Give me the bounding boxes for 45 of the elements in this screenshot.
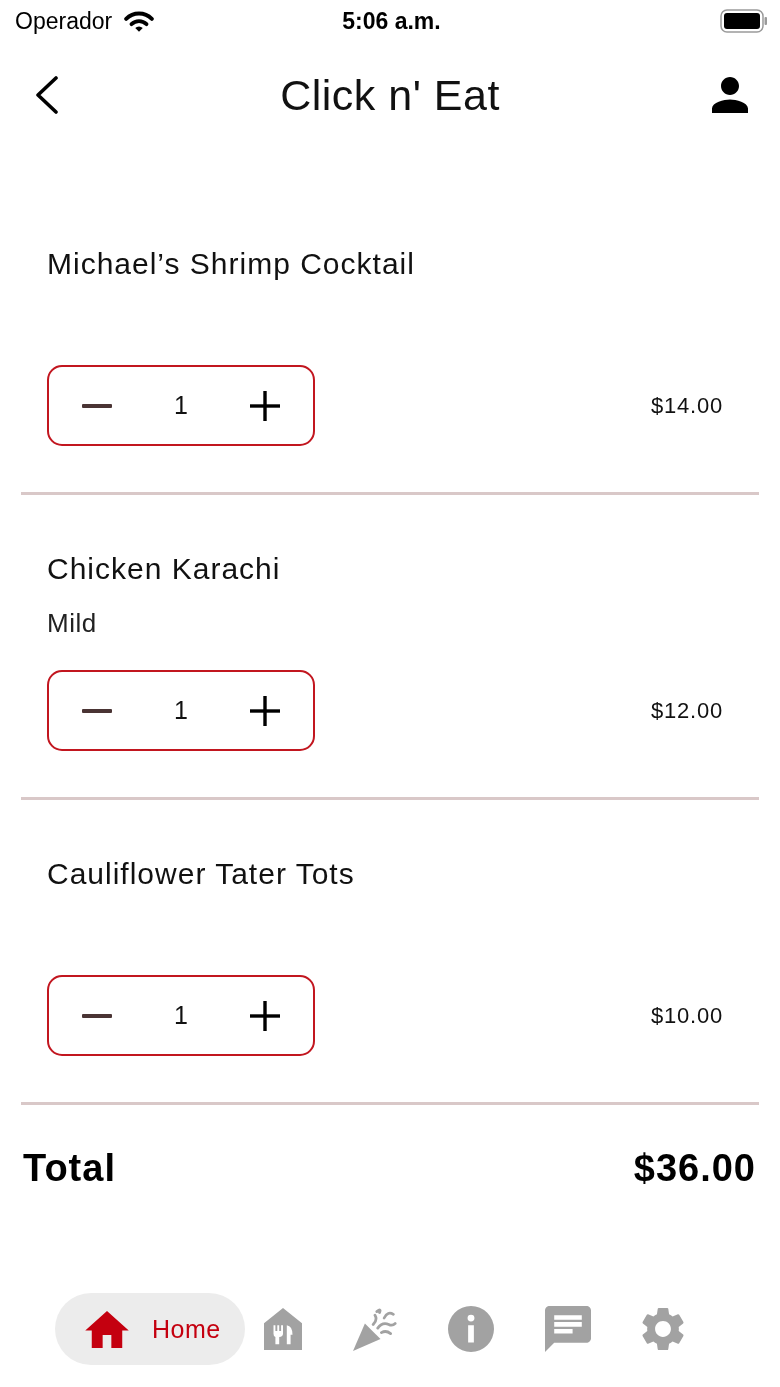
item-price: $14.00 bbox=[650, 392, 723, 419]
plus-icon bbox=[250, 390, 280, 421]
item-price: $10.00 bbox=[650, 1002, 723, 1029]
decrease-button[interactable] bbox=[82, 403, 112, 408]
quantity-value: 1 bbox=[174, 696, 188, 725]
nav-tab[interactable] bbox=[545, 1306, 591, 1352]
item-price: $12.00 bbox=[650, 697, 723, 724]
item-name: Cauliflower Tater Tots bbox=[47, 856, 356, 892]
minus-icon bbox=[82, 1013, 112, 1018]
building-utensils-icon bbox=[264, 1308, 302, 1350]
info-icon bbox=[448, 1306, 494, 1352]
battery-icon bbox=[720, 9, 768, 33]
app-title: Click n' Eat bbox=[280, 70, 500, 120]
chat-icon bbox=[545, 1306, 591, 1352]
plus-icon bbox=[250, 695, 280, 726]
profile-button[interactable] bbox=[712, 77, 748, 113]
house-icon bbox=[85, 1310, 129, 1348]
nav-tab[interactable] bbox=[264, 1308, 302, 1350]
quantity-value: 1 bbox=[174, 391, 188, 420]
settings-icon bbox=[642, 1307, 684, 1351]
increase-button[interactable] bbox=[250, 390, 280, 421]
total-label: Total bbox=[23, 1146, 116, 1190]
nav-tab[interactable]: Home bbox=[55, 1293, 245, 1365]
item-name: Chicken Karachi bbox=[47, 551, 282, 587]
increase-button[interactable] bbox=[250, 1000, 280, 1031]
person-icon bbox=[712, 77, 748, 113]
nav-tab[interactable] bbox=[642, 1307, 684, 1351]
chevron-left-icon bbox=[35, 76, 59, 114]
back-button[interactable] bbox=[35, 76, 59, 114]
nav-tab[interactable] bbox=[353, 1307, 397, 1351]
item-name: Michael’s Shrimp Cocktail bbox=[47, 246, 416, 282]
decrease-button[interactable] bbox=[82, 1013, 112, 1018]
party-popper-icon bbox=[353, 1307, 397, 1351]
decrease-button[interactable] bbox=[82, 708, 112, 713]
status-time: 5:06 a.m. bbox=[342, 7, 441, 35]
quantity-value: 1 bbox=[174, 1001, 188, 1030]
total-amount: $36.00 bbox=[633, 1146, 756, 1190]
nav-tab[interactable] bbox=[448, 1306, 494, 1352]
item-option: Mild bbox=[47, 607, 97, 639]
carrier-name: Operador bbox=[15, 7, 113, 35]
wifi-icon bbox=[124, 10, 155, 32]
increase-button[interactable] bbox=[250, 695, 280, 726]
minus-icon bbox=[82, 708, 112, 713]
plus-icon bbox=[250, 1000, 280, 1031]
minus-icon bbox=[82, 403, 112, 408]
